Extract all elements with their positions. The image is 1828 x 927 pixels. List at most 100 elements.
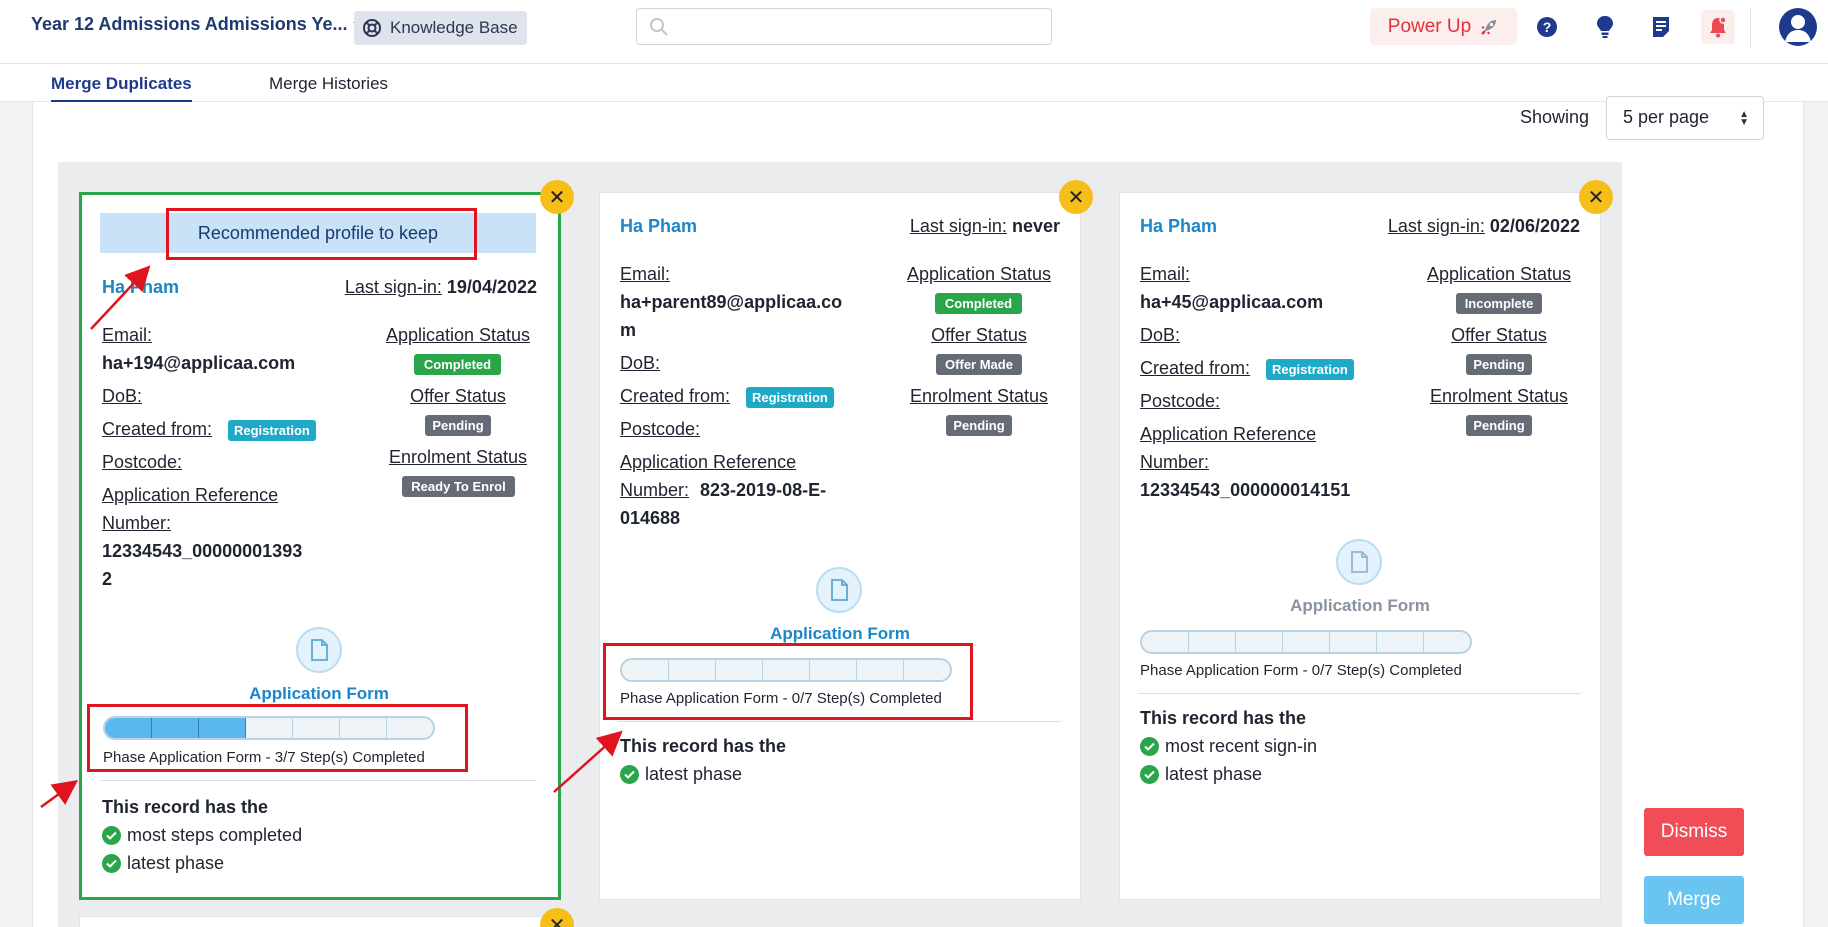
record-reason: most recent sign-in	[1140, 736, 1317, 757]
profile-name[interactable]: Ha Pham	[620, 216, 697, 237]
close-icon[interactable]: ✕	[540, 180, 574, 214]
offer-status-label: Offer Status	[931, 325, 1027, 345]
record-reason-text: latest phase	[1165, 764, 1263, 784]
divider	[100, 780, 537, 781]
offer-status-badge: Pending	[425, 415, 491, 436]
record-reason-text: most recent sign-in	[1165, 736, 1318, 756]
check-icon	[102, 854, 121, 873]
application-status-label: Application Status	[385, 325, 531, 345]
last-signin-label: Last sign-in:	[909, 216, 1007, 236]
app-title-dropdown[interactable]: Year 12 Admissions Admissions Ye...	[31, 14, 366, 35]
record-reason: latest phase	[620, 764, 742, 785]
per-page-select[interactable]: 5 per page ▲ ▼	[1606, 96, 1764, 140]
record-reason-text: most steps completed	[127, 825, 303, 845]
power-up-label: Power Up	[1387, 15, 1472, 37]
offer-status-label: Offer Status	[1451, 325, 1547, 345]
record-reason-text: latest phase	[127, 853, 225, 873]
document-icon	[1351, 551, 1368, 573]
help-icon[interactable]: ?	[1530, 10, 1564, 44]
tab-bar: Merge Duplicates Merge Histories	[0, 64, 1828, 102]
annotation-box	[603, 643, 973, 720]
app-ref-label-2: Number:	[1140, 452, 1210, 472]
phase-name[interactable]: Application Form	[620, 624, 1060, 644]
progress-bar	[1140, 630, 1472, 654]
last-signin: Last sign-in: 19/04/2022	[345, 277, 537, 298]
phase-icon	[296, 627, 342, 673]
postcode-label: Postcode:	[102, 452, 183, 472]
knowledge-base-label: Knowledge Base	[390, 18, 518, 37]
created-from-badge: Registration	[746, 387, 834, 408]
email-label: Email:	[102, 325, 153, 345]
created-from-label: Created from:	[620, 386, 731, 406]
annotation-box	[87, 704, 468, 772]
tab-merge-histories[interactable]: Merge Histories	[269, 74, 388, 100]
record-reason: latest phase	[102, 853, 224, 874]
phase-name[interactable]: Application Form	[1140, 596, 1580, 616]
last-signin-value: 02/06/2022	[1489, 216, 1580, 236]
postcode-label: Postcode:	[1140, 391, 1221, 411]
postcode-label: Postcode:	[620, 419, 701, 439]
enrolment-status-badge: Pending	[1466, 415, 1532, 436]
dob-label: DoB:	[1140, 325, 1181, 345]
tab-merge-duplicates[interactable]: Merge Duplicates	[51, 74, 192, 102]
app-ref-label: Application Reference	[1140, 424, 1317, 444]
email-value-2: m	[620, 320, 637, 340]
app-ref-value: 823-2019-08-E-	[700, 480, 827, 500]
application-status-label: Application Status	[1426, 264, 1572, 284]
app-ref-label-2: Number:	[620, 480, 690, 500]
merge-button[interactable]: Merge	[1644, 876, 1744, 924]
profile-name[interactable]: Ha Pham	[1140, 216, 1217, 237]
rocket-icon	[1481, 19, 1497, 35]
last-signin-value: never	[1011, 216, 1060, 236]
search-input[interactable]	[636, 8, 1052, 45]
progress-segment	[1142, 632, 1189, 652]
notifications-button[interactable]	[1701, 10, 1735, 44]
knowledge-base-icon	[363, 19, 381, 37]
enrolment-status-badge: Ready To Enrol	[402, 476, 515, 497]
dismiss-button[interactable]: Dismiss	[1644, 808, 1744, 856]
notes-icon[interactable]	[1644, 10, 1678, 44]
email-label: Email:	[1140, 264, 1191, 284]
check-icon	[620, 765, 639, 784]
app-ref-label-2: Number:	[102, 513, 172, 533]
progress-segment	[1189, 632, 1236, 652]
showing-label: Showing	[1520, 107, 1590, 127]
lightbulb-icon[interactable]	[1588, 10, 1622, 44]
email-value: ha+45@applicaa.com	[1140, 292, 1324, 312]
app-ref-value: 12334543_00000001393	[102, 541, 303, 561]
app-ref-value-2: 2	[102, 569, 113, 589]
enrolment-status-label: Enrolment Status	[909, 386, 1049, 406]
last-signin: Last sign-in: 02/06/2022	[1388, 216, 1580, 237]
progress-segment	[1330, 632, 1377, 652]
app-ref-value-2: 014688	[620, 508, 681, 528]
record-has-title: This record has the	[1140, 708, 1307, 728]
search-icon	[650, 18, 668, 36]
application-status-badge: Incomplete	[1456, 293, 1542, 314]
progress-segment	[1424, 632, 1470, 652]
annotation-box	[166, 208, 477, 260]
offer-status-label: Offer Status	[410, 386, 506, 406]
app-ref-value: 12334543_000000014151	[1140, 480, 1351, 500]
progress-text: Phase Application Form - 0/7 Step(s) Com…	[1140, 662, 1462, 679]
phase-icon	[1336, 539, 1382, 585]
profile-card-next	[79, 916, 561, 927]
record-has-title: This record has the	[102, 797, 269, 817]
close-icon[interactable]: ✕	[1579, 180, 1613, 214]
check-icon	[102, 826, 121, 845]
profile-name[interactable]: Ha Pham	[102, 277, 179, 298]
per-page-value: 5 per page	[1623, 107, 1710, 127]
phase-name[interactable]: Application Form	[100, 684, 538, 704]
enrolment-status-label: Enrolment Status	[388, 447, 528, 467]
power-up-button[interactable]: Power Up	[1370, 8, 1517, 45]
created-from-label: Created from:	[102, 419, 213, 439]
knowledge-base-button[interactable]: Knowledge Base	[354, 11, 527, 45]
document-icon	[311, 639, 328, 661]
user-avatar-icon[interactable]	[1779, 8, 1817, 46]
close-icon[interactable]: ✕	[1059, 180, 1093, 214]
application-status-badge: Completed	[935, 293, 1022, 314]
record-has-title: This record has the	[620, 736, 787, 756]
divider	[618, 721, 1061, 722]
record-reason-text: latest phase	[645, 764, 743, 784]
created-from-badge: Registration	[1266, 359, 1354, 380]
bell-icon	[1710, 16, 1727, 38]
